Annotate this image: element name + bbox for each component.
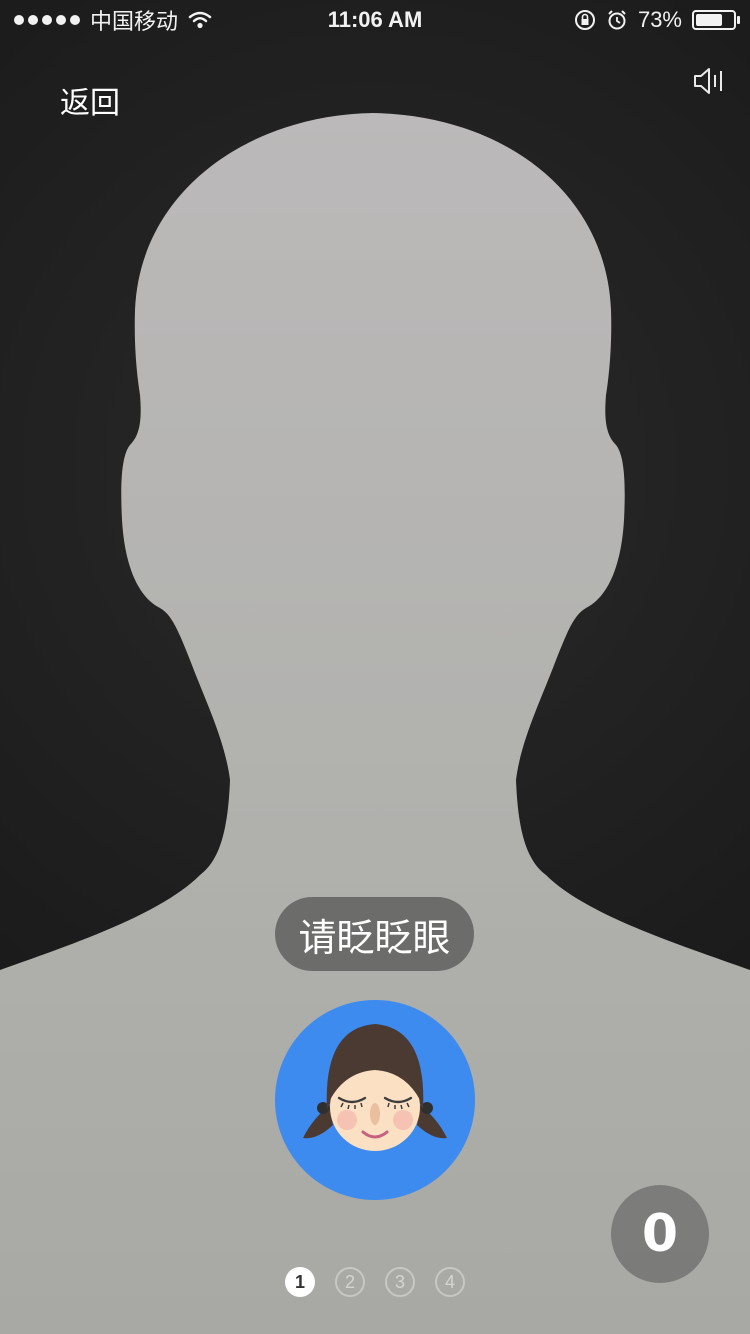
wifi-icon — [188, 11, 212, 29]
blinking-girl-face-icon — [303, 1024, 447, 1151]
instruction-prompt: 请眨眨眼 — [275, 897, 474, 971]
blink-counter: 0 — [611, 1185, 709, 1283]
step-dot: 4 — [435, 1267, 465, 1297]
carrier-label: 中国移动 — [90, 9, 179, 34]
battery-percent: 73% — [637, 7, 682, 32]
signal-strength-icon — [14, 15, 80, 25]
step-dot: 2 — [335, 1267, 365, 1297]
step-indicator: 1 2 3 4 — [285, 1267, 465, 1297]
status-time: 11:06 AM — [327, 7, 423, 32]
status-bar: 中国移动 11:06 AM 73% — [0, 0, 750, 40]
orientation-lock-icon — [574, 10, 595, 30]
instruction-text: 请眨眨眼 — [298, 915, 451, 960]
back-button[interactable]: 返回 — [60, 78, 120, 122]
status-right: 73% — [574, 7, 740, 33]
step-dot: 1 — [285, 1267, 315, 1297]
action-indicator — [275, 1000, 475, 1200]
alarm-icon — [608, 10, 626, 30]
sound-toggle-button[interactable] — [692, 64, 726, 98]
speaker-icon — [694, 68, 722, 94]
step-dot: 3 — [385, 1267, 415, 1297]
battery-level-fill — [696, 14, 722, 26]
battery-icon — [692, 10, 740, 30]
blink-counter-value: 0 — [641, 1204, 679, 1264]
status-left: 中国移动 — [14, 4, 212, 36]
